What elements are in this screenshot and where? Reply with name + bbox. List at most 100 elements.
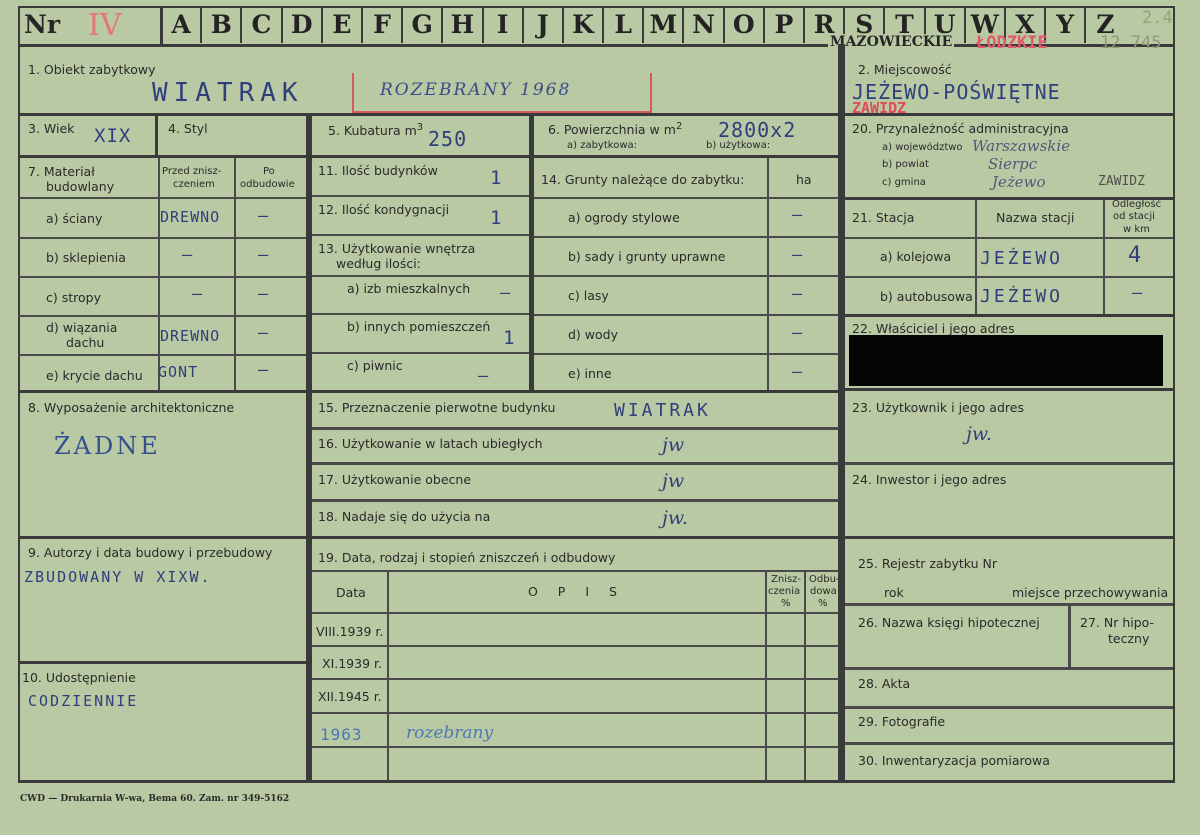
f20-b: b) powiat: [882, 159, 929, 170]
f14-row-value: —: [792, 245, 804, 265]
f21-rail-dist: 4: [1128, 243, 1143, 268]
f7-col1b: czeniem: [173, 179, 215, 190]
f25-label: 25. Rejestr zabytku Nr: [858, 556, 998, 571]
f21-col-name: Nazwa stacji: [996, 210, 1075, 225]
f12-value: 1: [490, 207, 503, 229]
f14-row-value: —: [792, 284, 804, 304]
f20-a: a) województwo: [882, 142, 963, 153]
f15-value: WIATRAK: [614, 400, 711, 421]
f4-label: 4. Styl: [168, 121, 208, 136]
f7-col2b: odbudowie: [240, 179, 295, 190]
f8-value: ŻADNE: [54, 432, 161, 460]
f18-value: jw.: [662, 507, 688, 529]
f26-label: 26. Nazwa księgi hipotecznej: [858, 615, 1040, 630]
f19-col-z1: Znisz-: [771, 574, 802, 585]
f13-label-2: według ilości:: [336, 256, 421, 271]
f14-row-label: e) inne: [568, 366, 612, 381]
f14-row-value: —: [792, 205, 804, 225]
f19-row-date: XI.1939 r.: [322, 656, 382, 671]
f10-value: CODZIENNIE: [28, 692, 139, 710]
f7-col2a: Po: [263, 166, 275, 177]
f1-label: 1. Obiekt zabytkowy: [28, 62, 156, 77]
f7-row-label-2: dachu: [66, 335, 105, 350]
f7-row-after: —: [258, 245, 270, 265]
f20-c: c) gmina: [882, 177, 926, 188]
f2-red: ZAWIDZ: [852, 99, 907, 117]
f1-value: WIATRAK: [152, 78, 304, 108]
register-letter: A: [171, 10, 191, 39]
register-letter: C: [240, 7, 280, 43]
f8-label: 8. Wyposażenie architektoniczne: [28, 400, 235, 415]
register-letter: F: [360, 7, 401, 43]
nr-label: Nr: [24, 10, 61, 39]
f11-label: 11. Ilość budynków: [318, 163, 438, 178]
f7-row-label: c) stropy: [46, 290, 101, 305]
f14-row-value: —: [792, 323, 804, 343]
f21-rail-name: JEŻEWO: [980, 248, 1064, 269]
f21-bus-dist: —: [1132, 283, 1144, 303]
f20-b-value: Sierpc: [988, 155, 1038, 173]
f9-value: ZBUDOWANY W XIXW.: [24, 568, 212, 586]
f7-label-1: 7. Materiał: [28, 164, 95, 179]
f3-label: 3. Wiek: [28, 121, 75, 136]
f7-row-before: —: [182, 245, 194, 265]
f16-value: jw: [662, 434, 685, 456]
f19-label: 19. Data, rodzaj i stopień zniszczeń i o…: [318, 550, 616, 565]
f7-row-after: —: [258, 206, 270, 226]
f21-col-dist-1: Odległość: [1112, 199, 1162, 210]
register-letter: O: [722, 7, 763, 43]
register-letter: G: [401, 7, 441, 43]
f13-a: a) izb mieszkalnych: [347, 281, 471, 296]
f7-row-label: a) ściany: [46, 211, 103, 226]
f20-a-value: Warszawskie: [972, 137, 1071, 155]
f7-row-label: d) wiązania: [46, 320, 118, 335]
f12-label: 12. Ilość kondygnacji: [318, 202, 450, 217]
f21-col-dist-3: w km: [1123, 224, 1150, 235]
f7-row-label: b) sklepienia: [46, 250, 126, 265]
f21-bus-name: JEŻEWO: [980, 286, 1064, 307]
f27-label-1: 27. Nr hipo-: [1080, 615, 1155, 630]
f5-value: 250: [428, 127, 468, 151]
f13-a-value: —: [500, 283, 512, 303]
f27-label-2: teczny: [1108, 631, 1150, 646]
f21-bus-label: b) autobusowa: [880, 289, 973, 304]
register-letter: H: [441, 7, 481, 43]
f13-c-value: —: [478, 366, 490, 386]
f13-label-1: 13. Użytkowanie wnętrza: [318, 241, 476, 256]
f21-col-dist-2: od stacji: [1113, 211, 1155, 222]
f24-label: 24. Inwestor i jego adres: [852, 472, 1007, 487]
f6-label: 6. Powierzchnia w m2: [548, 121, 683, 138]
f15-label: 15. Przeznaczenie pierwotne budynku: [318, 400, 556, 415]
register-letter: P: [762, 7, 803, 43]
ref-top: 2.4: [1142, 8, 1173, 28]
f6-value: 2800x2: [718, 118, 797, 142]
f14-row-label: d) wody: [568, 327, 618, 342]
f19-row-desc: rozebrany: [406, 723, 494, 743]
f21-label: 21. Stacja: [852, 210, 915, 225]
f20-label: 20. Przynależność administracyjna: [852, 121, 1069, 136]
f19-col-o2: dowa: [810, 586, 837, 597]
f2-label: 2. Miejscowość: [858, 62, 952, 77]
f29-label: 29. Fotografie: [858, 714, 946, 729]
f11-value: 1: [490, 167, 503, 189]
f7-row-before: GONT: [158, 363, 199, 381]
ref-bottom: 12 745: [1100, 33, 1162, 53]
f28-label: 28. Akta: [858, 676, 911, 691]
f19-row-date: XII.1945 r.: [318, 689, 382, 704]
nr-value: IV: [88, 8, 122, 43]
f19-col-z3: %: [781, 598, 791, 609]
register-letter: D: [280, 7, 321, 43]
f9-label: 9. Autorzy i data budowy i przebudowy: [28, 545, 273, 560]
f19-col-z2: czenia: [768, 586, 801, 597]
f14-row-label: c) lasy: [568, 288, 609, 303]
f14-row-value: —: [792, 362, 804, 382]
redaction-box: [849, 335, 1163, 386]
f25-miejsce: miejsce przechowywania: [1012, 585, 1169, 600]
printer-footer: CWD — Drukarnia W-wa, Bema 60. Zam. nr 3…: [20, 794, 290, 804]
f23-value: jw.: [966, 423, 992, 445]
f10-label: 10. Udostępnienie: [22, 670, 136, 685]
f5-label: 5. Kubatura m3: [328, 122, 424, 139]
f19-row-date: 1963: [320, 725, 363, 744]
register-letter: B: [200, 7, 240, 43]
f22-label: 22. Właściciel i jego adres: [852, 321, 1015, 336]
